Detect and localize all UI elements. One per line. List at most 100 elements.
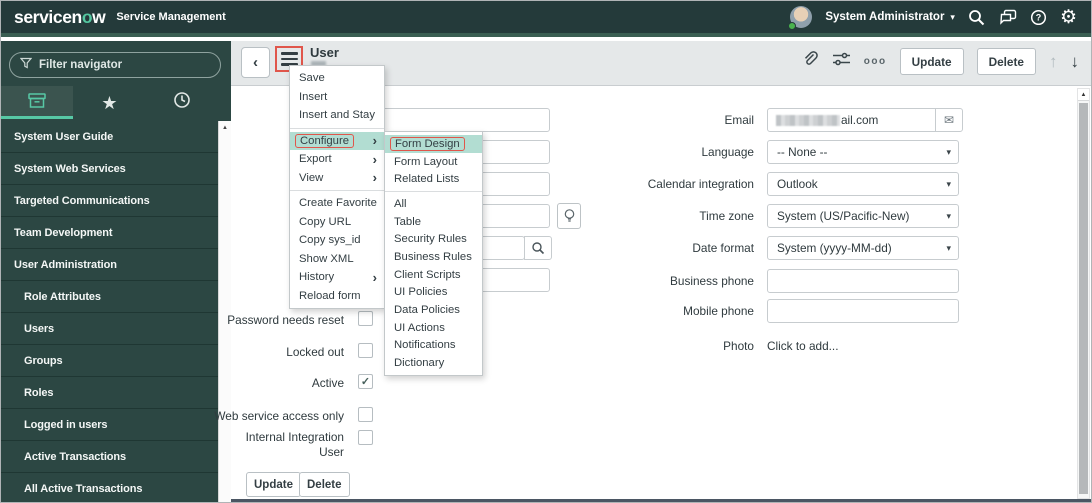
sidebar-item-active-transactions[interactable]: Active Transactions	[1, 441, 218, 473]
field-label: Language	[701, 145, 755, 159]
checkbox-label: Active	[311, 376, 344, 390]
menu-item-label: Client Scripts	[394, 268, 461, 281]
menu-item-ui-actions[interactable]: UI Actions	[385, 319, 482, 337]
tab-favorites[interactable]: ★	[73, 86, 145, 119]
menu-item-label: Dictionary	[394, 357, 445, 370]
sidebar-item-users[interactable]: Users	[1, 313, 218, 345]
form-footer-update-button[interactable]: Update	[246, 472, 301, 497]
envelope-icon[interactable]: ✉	[935, 108, 963, 132]
menu-item-ui-policies[interactable]: UI Policies	[385, 284, 482, 302]
sidebar-item-targeted-communications[interactable]: Targeted Communications	[1, 185, 218, 217]
menu-item-copy-url[interactable]: Copy URL	[290, 213, 384, 232]
checkbox-active[interactable]: ✓	[358, 374, 373, 389]
menu-separator	[385, 191, 482, 193]
sidebar-item-roles[interactable]: Roles	[1, 377, 218, 409]
select-value: System (US/Pacific-New)	[777, 209, 910, 223]
menu-item-table[interactable]: Table	[385, 213, 482, 231]
funnel-icon	[19, 56, 33, 74]
update-button[interactable]: Update	[899, 48, 964, 75]
select-calendar-integration[interactable]: Outlook ▾	[767, 172, 959, 196]
sidebar-item-system-web-services[interactable]: System Web Services	[1, 153, 218, 185]
menu-item-reload-form[interactable]: Reload form	[290, 287, 384, 306]
user-avatar[interactable]	[788, 6, 813, 30]
chevron-down-icon: ▾	[946, 178, 951, 189]
menu-item-label: Show XML	[299, 252, 354, 265]
menu-item-dictionary[interactable]: Dictionary	[385, 354, 482, 372]
sidebar-item-team-development[interactable]: Team Development	[1, 217, 218, 249]
sidebar-item-logged-in-users[interactable]: Logged in users	[1, 409, 218, 441]
sidebar-item-role-attributes[interactable]: Role Attributes	[1, 281, 218, 313]
sidebar-item-system-user-guide[interactable]: System User Guide	[1, 121, 218, 153]
menu-item-view[interactable]: View ›	[290, 169, 384, 188]
gear-icon[interactable]: ⚙	[1060, 8, 1077, 27]
scrollbar-thumb[interactable]	[1079, 103, 1088, 494]
menu-item-notifications[interactable]: Notifications	[385, 337, 482, 355]
menu-item-all[interactable]: All	[385, 195, 482, 213]
personalize-form-icon[interactable]	[832, 51, 851, 72]
menu-item-copy-sys-id[interactable]: Copy sys_id	[290, 231, 384, 250]
filter-navigator-input[interactable]: Filter navigator	[9, 52, 221, 78]
menu-item-data-policies[interactable]: Data Policies	[385, 301, 482, 319]
scroll-up-icon[interactable]: ▲	[219, 121, 231, 131]
next-record-icon[interactable]: ↓	[1071, 52, 1080, 72]
menu-item-security-rules[interactable]: Security Rules	[385, 230, 482, 248]
checkbox-web-service-access-only[interactable]	[358, 407, 373, 422]
form-footer-delete-button[interactable]: Delete	[299, 472, 350, 497]
paperclip-icon[interactable]	[801, 50, 819, 73]
input-business-phone[interactable]	[767, 269, 959, 293]
logo-text: servicen	[14, 6, 82, 27]
input-mobile-phone[interactable]	[767, 299, 959, 323]
delete-button[interactable]: Delete	[976, 48, 1036, 75]
sidebar-item-all-active-transactions[interactable]: All Active Transactions	[1, 473, 218, 502]
menu-item-label: Form Layout	[394, 155, 458, 168]
select-time-zone[interactable]: System (US/Pacific-New) ▾	[767, 204, 959, 228]
more-options-icon[interactable]: ooo	[864, 56, 887, 67]
content-scrollbar[interactable]: ▲	[1077, 88, 1090, 499]
menu-item-label: History	[299, 271, 335, 284]
previous-record-icon[interactable]: ↑	[1049, 52, 1058, 72]
menu-item-insert[interactable]: Insert	[290, 88, 384, 107]
menu-item-business-rules[interactable]: Business Rules	[385, 248, 482, 266]
sidebar-item-user-administration[interactable]: User Administration	[1, 249, 218, 281]
menu-item-show-xml[interactable]: Show XML	[290, 250, 384, 269]
checkbox-row-active: Active ✓	[231, 374, 1091, 400]
help-icon[interactable]: ?	[1030, 9, 1047, 26]
menu-item-client-scripts[interactable]: Client Scripts	[385, 266, 482, 284]
sidebar-scrollbar[interactable]: ▲	[218, 121, 231, 502]
menu-item-export[interactable]: Export ›	[290, 150, 384, 169]
submenu-chevron-icon: ›	[372, 170, 377, 186]
clock-icon	[173, 91, 191, 114]
scroll-up-icon[interactable]: ▲	[1078, 89, 1089, 101]
menu-item-form-design[interactable]: Form Design	[385, 135, 482, 153]
menu-item-label: Table	[394, 215, 422, 228]
form-context-menu: Save Insert Insert and Stay Configure › Expor…	[289, 65, 385, 309]
menu-item-related-lists[interactable]: Related Lists	[385, 170, 482, 188]
back-button[interactable]: ‹	[241, 47, 270, 78]
tab-all-applications[interactable]	[1, 86, 74, 119]
sidebar-item-groups[interactable]: Groups	[1, 345, 218, 377]
select-language[interactable]: -- None -- ▾	[767, 140, 959, 164]
chat-icon[interactable]	[998, 9, 1017, 25]
user-menu[interactable]: System Administrator	[825, 11, 944, 23]
menu-item-configure[interactable]: Configure ›	[290, 131, 384, 150]
menu-item-save[interactable]: Save	[290, 69, 384, 88]
select-date-format[interactable]: System (yyyy-MM-dd) ▾	[767, 236, 959, 260]
select-value: Outlook	[777, 177, 818, 191]
checkbox-label: Internal Integration User	[245, 430, 344, 460]
field-label: Time zone	[699, 209, 754, 223]
menu-item-create-favorite[interactable]: Create Favorite	[290, 194, 384, 213]
field-label: Photo	[723, 339, 754, 353]
archive-box-icon	[27, 92, 47, 114]
search-icon[interactable]	[968, 9, 985, 26]
photo-add-link[interactable]: Click to add...	[767, 339, 838, 353]
email-input[interactable]: ail.com	[767, 108, 936, 132]
checkbox-internal-integration-user[interactable]	[358, 430, 373, 445]
menu-item-history[interactable]: History ›	[290, 268, 384, 287]
submenu-chevron-icon: ›	[372, 269, 377, 285]
menu-item-label: Save	[299, 72, 325, 85]
menu-item-insert-and-stay[interactable]: Insert and Stay	[290, 106, 384, 125]
tab-history[interactable]	[146, 86, 218, 119]
chevron-down-icon[interactable]: ▾	[950, 12, 955, 23]
menu-item-form-layout[interactable]: Form Layout	[385, 153, 482, 171]
menu-item-label: All	[394, 197, 407, 210]
